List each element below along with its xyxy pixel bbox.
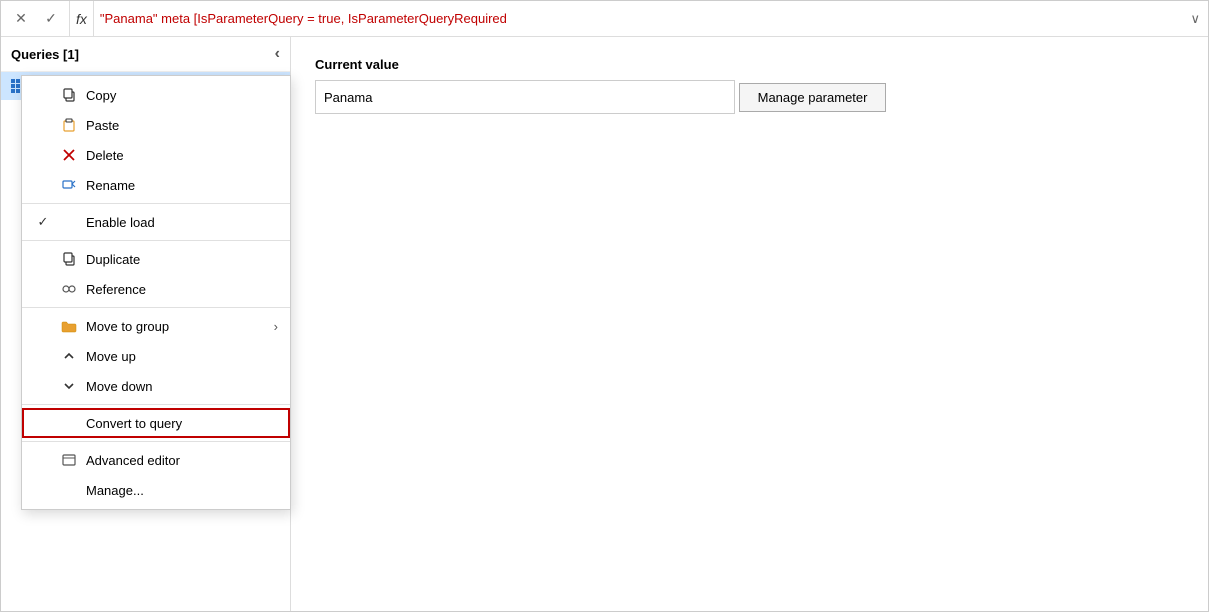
enable-load-icon xyxy=(60,213,78,231)
reference-label: Reference xyxy=(86,282,278,297)
manage-icon xyxy=(60,481,78,499)
rename-label: Rename xyxy=(86,178,278,193)
menu-item-move-up[interactable]: Move up xyxy=(22,341,290,371)
fx-label: fx xyxy=(69,1,94,36)
copy-label: Copy xyxy=(86,88,278,103)
separator-1 xyxy=(22,203,290,204)
manage-label: Manage... xyxy=(86,483,278,498)
reference-icon xyxy=(60,280,78,298)
manage-parameter-button[interactable]: Manage parameter xyxy=(739,83,887,112)
menu-item-move-to-group[interactable]: Move to group › xyxy=(22,311,290,341)
main-area: Queries [1] ‹ CountryName (Panama) xyxy=(1,37,1208,611)
move-to-group-arrow: › xyxy=(274,319,278,334)
menu-item-duplicate[interactable]: Duplicate xyxy=(22,244,290,274)
queries-title: Queries [1] xyxy=(11,47,79,62)
formula-content: "Panama" meta [IsParameterQuery = true, … xyxy=(100,11,1185,26)
formula-bar: ✕ ✓ fx "Panama" meta [IsParameterQuery =… xyxy=(1,1,1208,37)
move-up-icon xyxy=(60,347,78,365)
move-down-icon xyxy=(60,377,78,395)
sidebar-collapse-button[interactable]: ‹ xyxy=(275,45,280,63)
separator-3 xyxy=(22,307,290,308)
folder-icon xyxy=(60,317,78,335)
menu-item-convert-to-query[interactable]: Convert to query xyxy=(22,408,290,438)
delete-icon xyxy=(60,146,78,164)
enable-load-label: Enable load xyxy=(86,215,278,230)
menu-item-paste[interactable]: Paste xyxy=(22,110,290,140)
context-menu: Copy Paste Delete xyxy=(21,75,291,510)
delete-label: Delete xyxy=(86,148,278,163)
copy-icon xyxy=(60,86,78,104)
enable-load-check: ✓ xyxy=(34,214,52,230)
menu-item-move-down[interactable]: Move down xyxy=(22,371,290,401)
menu-item-enable-load[interactable]: ✓ Enable load xyxy=(22,207,290,237)
separator-5 xyxy=(22,441,290,442)
menu-item-advanced-editor[interactable]: Advanced editor xyxy=(22,445,290,475)
advanced-editor-icon xyxy=(60,451,78,469)
advanced-editor-label: Advanced editor xyxy=(86,453,278,468)
content-area: Current value Manage parameter xyxy=(291,37,1208,611)
separator-2 xyxy=(22,240,290,241)
paste-label: Paste xyxy=(86,118,278,133)
move-down-label: Move down xyxy=(86,379,278,394)
menu-item-delete[interactable]: Delete xyxy=(22,140,290,170)
menu-item-reference[interactable]: Reference xyxy=(22,274,290,304)
sidebar-header: Queries [1] ‹ xyxy=(1,37,290,72)
move-up-label: Move up xyxy=(86,349,278,364)
paste-icon xyxy=(60,116,78,134)
move-to-group-label: Move to group xyxy=(86,319,266,334)
rename-icon xyxy=(60,176,78,194)
duplicate-icon xyxy=(60,250,78,268)
menu-item-copy[interactable]: Copy xyxy=(22,80,290,110)
current-value-input[interactable] xyxy=(315,80,735,114)
menu-item-manage[interactable]: Manage... xyxy=(22,475,290,505)
formula-cancel-button[interactable]: ✕ xyxy=(9,7,33,31)
convert-icon xyxy=(60,414,78,432)
duplicate-label: Duplicate xyxy=(86,252,278,267)
sidebar: Queries [1] ‹ CountryName (Panama) xyxy=(1,37,291,611)
current-value-label: Current value xyxy=(315,57,1184,72)
separator-4 xyxy=(22,404,290,405)
convert-to-query-label: Convert to query xyxy=(86,416,278,431)
menu-item-rename[interactable]: Rename xyxy=(22,170,290,200)
formula-accept-button[interactable]: ✓ xyxy=(39,7,63,31)
formula-expand-icon[interactable]: ∨ xyxy=(1190,11,1200,27)
